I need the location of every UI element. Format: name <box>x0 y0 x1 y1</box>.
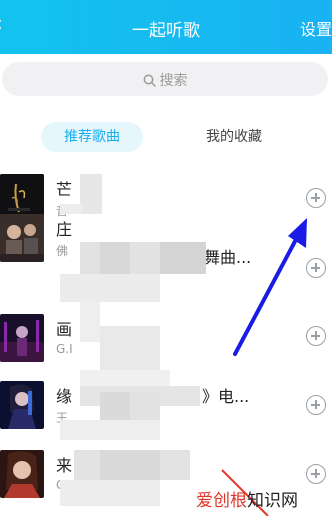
watermark-red-text: 爱创根 <box>196 491 247 511</box>
annotation-arrow <box>221 218 307 516</box>
watermark-black-text: 知识网 <box>247 491 298 511</box>
watermark: 爱创根知识网 <box>196 486 298 511</box>
